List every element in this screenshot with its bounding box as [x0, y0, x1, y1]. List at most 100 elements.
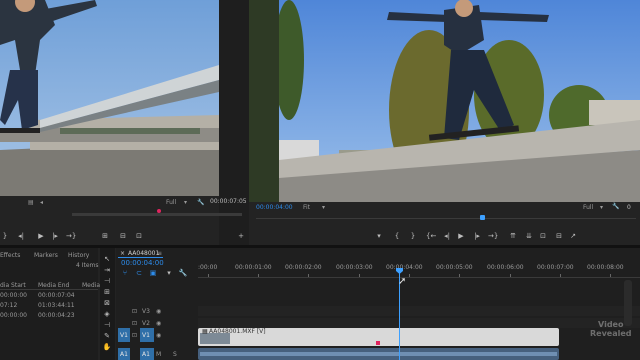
tab-history[interactable]: History	[68, 252, 89, 259]
dropdown-arrow-icon[interactable]: ▾	[322, 204, 325, 211]
track-select-tool-icon[interactable]: ⇥	[102, 265, 112, 275]
go-to-out-icon[interactable]: →}	[66, 231, 76, 241]
rate-stretch-tool-icon[interactable]: ⊠	[102, 298, 112, 308]
track-label-v3[interactable]: V3	[142, 308, 150, 315]
sequence-tab[interactable]: AA048001	[128, 250, 159, 257]
audio-waveform	[200, 352, 557, 356]
play-icon[interactable]: ▶	[456, 231, 466, 241]
source-playhead[interactable]	[157, 209, 161, 213]
ripple-edit-tool-icon[interactable]: ⊣	[102, 276, 112, 286]
track-headers: V3 ⊡ ◉ V2 ⊡ ◉ V1 V1 ⊡ ◉ A1 A1 M S	[116, 306, 198, 360]
linked-selection-icon[interactable]: ⊂	[134, 268, 144, 278]
mark-in-icon[interactable]: {	[392, 231, 402, 241]
overwrite-icon[interactable]: ⊟	[118, 231, 128, 241]
table-cell: 01:03:44:11	[38, 302, 75, 309]
watermark-line1: Video	[598, 320, 624, 329]
step-forward-icon[interactable]: |▸	[50, 231, 60, 241]
program-scrub-bar[interactable]	[256, 214, 636, 222]
ruler-label: 00:00:03:00	[336, 264, 373, 271]
source-patch-label: A1	[120, 351, 128, 358]
program-duration: 0	[627, 204, 631, 211]
track-label-a1: A1	[142, 351, 150, 358]
ruler-label: 00:00:07:00	[537, 264, 574, 271]
hand-tool-icon[interactable]: ✋	[102, 342, 112, 352]
mute-icon[interactable]: M	[156, 351, 161, 358]
settings-icon[interactable]: ↗	[568, 231, 578, 241]
toggle-output-icon[interactable]: ◉	[156, 308, 161, 315]
go-to-out-icon[interactable]: →}	[488, 231, 498, 241]
sync-lock-icon[interactable]: ⊡	[132, 332, 137, 339]
insert-icon[interactable]: ⊞	[100, 231, 110, 241]
wrench-icon[interactable]: 🔧	[197, 199, 204, 206]
razor-tool-icon[interactable]: ◈	[102, 309, 112, 319]
tab-effects[interactable]: Effects	[0, 252, 20, 259]
mark-out-icon[interactable]: }	[0, 231, 10, 241]
dropdown-arrow-icon[interactable]: ▾	[600, 204, 603, 211]
add-button-icon[interactable]: +	[236, 231, 246, 241]
rolling-edit-tool-icon[interactable]: ⊞	[102, 287, 112, 297]
lift-icon[interactable]: ⇈	[508, 231, 518, 241]
dropdown-arrow-icon[interactable]: ▾	[184, 199, 187, 206]
source-patch-v1[interactable]: V1	[118, 328, 130, 342]
ruler-label: 00:00:06:00	[487, 264, 524, 271]
mark-out-icon[interactable]: }	[408, 231, 418, 241]
step-back-icon[interactable]: ◂|	[16, 231, 26, 241]
timeline-timecode[interactable]: 00:00:04:00	[121, 259, 164, 267]
track-label-v2[interactable]: V2	[142, 320, 150, 327]
toggle-output-icon[interactable]: ◉	[156, 332, 161, 339]
slip-tool-icon[interactable]: ⊣	[102, 320, 112, 330]
tools-panel: ↖ ⇥ ⊣ ⊞ ⊠ ◈ ⊣ ✎ ✋	[100, 248, 115, 360]
clip-marker[interactable]	[376, 341, 380, 345]
source-patch-label: V1	[120, 332, 128, 339]
ruler-label: 00:00:02:00	[285, 264, 322, 271]
tab-markers[interactable]: Markers	[34, 252, 58, 259]
step-forward-icon[interactable]: |▸	[472, 231, 482, 241]
export-frame-icon[interactable]: ⊡	[134, 231, 144, 241]
table-cell: 00:00:07:04	[38, 292, 75, 299]
track-lane-v2[interactable]	[198, 318, 640, 328]
time-ruler[interactable]: :00:00 00:00:01:00 00:00:02:00 00:00:03:…	[198, 262, 640, 277]
export-frame-icon[interactable]: ⊡	[538, 231, 548, 241]
step-back-icon[interactable]: ◂|	[442, 231, 452, 241]
source-in-out-icon[interactable]: ◂	[40, 199, 43, 206]
item-count: 4 Items	[76, 262, 99, 269]
track-target-a1[interactable]: A1	[140, 348, 154, 360]
pen-tool-icon[interactable]: ✎	[102, 331, 112, 341]
go-to-in-icon[interactable]: {←	[426, 231, 436, 241]
ruler-label: 00:00:05:00	[436, 264, 473, 271]
wrench-icon[interactable]: 🔧	[612, 203, 619, 210]
sync-lock-icon[interactable]: ⊡	[132, 320, 137, 327]
program-quality-dropdown[interactable]: Full	[583, 204, 593, 211]
sync-lock-icon[interactable]: ⊡	[132, 308, 137, 315]
tab-menu-icon[interactable]: ≡	[157, 250, 162, 257]
selection-tool-icon[interactable]: ↖	[102, 254, 112, 264]
program-playhead[interactable]	[480, 215, 485, 220]
add-marker-icon[interactable]: ▣	[148, 268, 158, 278]
toggle-output-icon[interactable]: ◉	[156, 320, 161, 327]
video-clip[interactable]: ▦ AA048001.MXF [V]	[198, 328, 559, 346]
source-timecode[interactable]: 00:00:07:05	[210, 198, 247, 205]
column-header-start[interactable]: dia Start	[0, 282, 26, 289]
source-markers-icon[interactable]: ▤	[28, 199, 34, 206]
marker-icon[interactable]: ▾	[164, 268, 174, 278]
track-lane-v3[interactable]	[198, 306, 640, 316]
play-icon[interactable]: ▶	[36, 231, 46, 241]
column-header-end[interactable]: Media End	[38, 282, 69, 289]
source-patch-a1[interactable]: A1	[118, 348, 130, 360]
program-fit-dropdown[interactable]: Fit	[303, 204, 310, 211]
audio-clip[interactable]	[198, 348, 559, 360]
add-marker-icon[interactable]: ▾	[374, 231, 384, 241]
source-fit-dropdown[interactable]: Full	[166, 199, 176, 206]
extract-icon[interactable]: ⇊	[524, 231, 534, 241]
snap-icon[interactable]: ⑂	[120, 268, 130, 278]
solo-button[interactable]: S	[173, 351, 177, 358]
program-timecode[interactable]: 00:00:04:00	[256, 204, 293, 211]
track-target-v1[interactable]: V1	[140, 328, 154, 342]
close-icon[interactable]: ×	[120, 250, 125, 257]
comparison-view-icon[interactable]: ⊟	[554, 231, 564, 241]
wrench-icon[interactable]: 🔧	[178, 268, 188, 278]
table-cell: 00:00:04:23	[38, 312, 75, 319]
source-scrub-bar[interactable]	[0, 208, 245, 218]
timeline-toolbar: ⑂ ⊂ ▣ ▾ 🔧	[120, 268, 200, 278]
column-header-media[interactable]: Media	[82, 282, 100, 289]
